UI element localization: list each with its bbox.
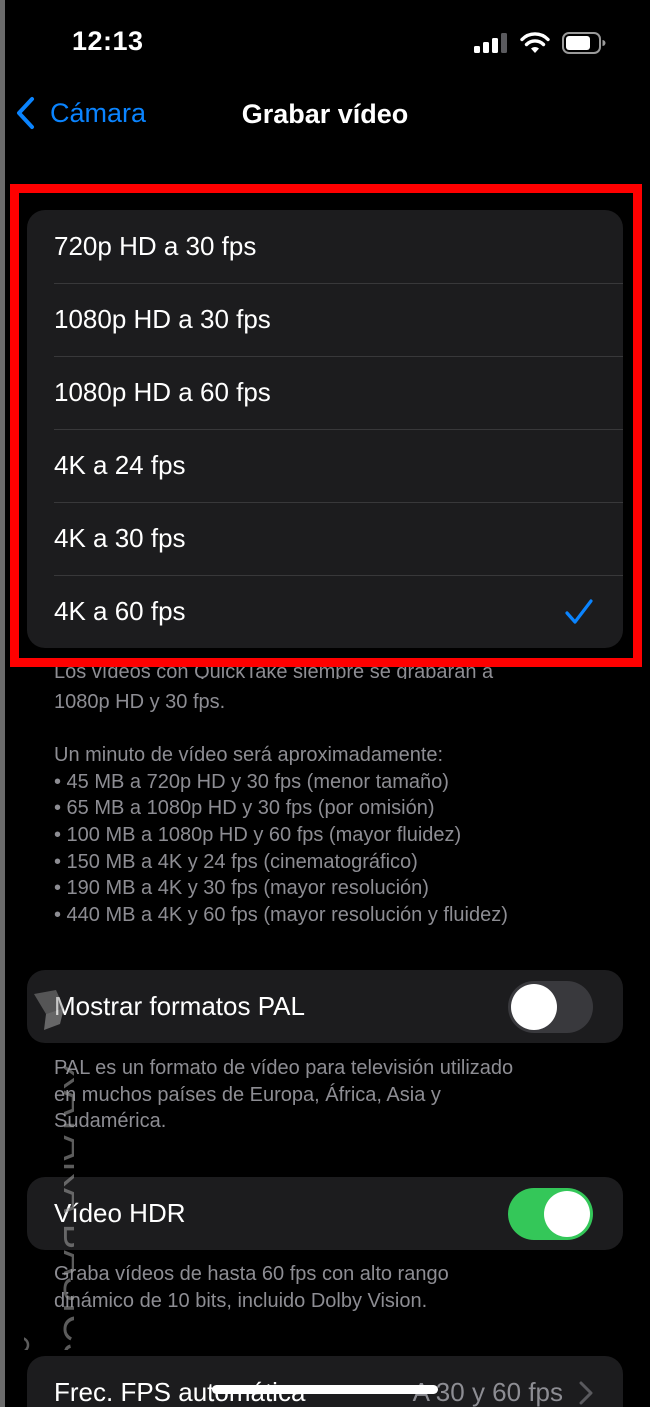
resolution-footer: 1080p HD y 30 fps. Un minuto de vídeo se… [54, 689, 614, 928]
footer-intro: Un minuto de vídeo será aproximadamente: [54, 744, 444, 767]
auto-fps-group: Frec. FPS automática A 30 y 60 fps [27, 1356, 623, 1407]
pal-footer: PAL es un formato de vídeo para televisi… [54, 1055, 614, 1135]
footer-line: 1080p HD y 30 fps. [54, 691, 226, 713]
footer-item: • 100 MB a 1080p HD y 60 fps (mayor flui… [54, 823, 462, 846]
xataka-basics-watermark: XATAKA BASICS [24, 990, 74, 1350]
status-time: 12:13 [72, 26, 144, 56]
pal-label: Mostrar formatos PAL [54, 991, 305, 1021]
cellular-signal-icon [474, 33, 507, 53]
footer-line: dinámico de 10 bits, incluido Dolby Visi… [54, 1289, 428, 1312]
status-icons [474, 32, 606, 54]
home-indicator[interactable] [212, 1385, 438, 1394]
footer-line: Sudamérica. [54, 1110, 167, 1133]
page-title: Grabar vídeo [241, 99, 409, 129]
footer-line: Graba vídeos de hasta 60 fps con alto ra… [54, 1263, 449, 1285]
footer-item: • 65 MB a 1080p HD y 30 fps (por omisión… [54, 797, 435, 820]
toggle-knob [544, 1190, 590, 1237]
highlight-frame [10, 184, 642, 667]
footer-line: en muchos países de Europa, África, Asia… [54, 1083, 441, 1106]
footer-item: • 45 MB a 720p HD y 30 fps (menor tamaño… [54, 770, 449, 793]
footer-item: • 440 MB a 4K y 60 fps (mayor resolución… [54, 903, 508, 926]
battery-icon [562, 32, 606, 54]
footer-line: PAL es un formato de vídeo para televisi… [54, 1057, 514, 1079]
hdr-toggle[interactable] [508, 1187, 593, 1240]
hdr-group: Vídeo HDR [27, 1177, 623, 1250]
wifi-icon [520, 32, 550, 53]
auto-fps-value-wrap: A 30 y 60 fps [413, 1377, 593, 1407]
footer-partial-line: Los vídeos con QuickTake siempre se grab… [54, 667, 494, 679]
pal-row: Mostrar formatos PAL [27, 970, 623, 1043]
watermark-text: XATAKA BASICS [55, 1064, 74, 1350]
chevron-right-icon [579, 1381, 593, 1404]
auto-fps-row[interactable]: Frec. FPS automática A 30 y 60 fps [27, 1356, 623, 1407]
footer-partial: Los vídeos con QuickTake siempre se grab… [54, 667, 614, 679]
hdr-footer: Graba vídeos de hasta 60 fps con alto ra… [54, 1261, 614, 1314]
hdr-row: Vídeo HDR [27, 1177, 623, 1250]
footer-item: • 190 MB a 4K y 30 fps (mayor resolución… [54, 877, 429, 900]
footer-item: • 150 MB a 4K y 24 fps (cinematográfico) [54, 850, 418, 873]
screenshot-edge [0, 0, 5, 1407]
pal-group: Mostrar formatos PAL [27, 970, 623, 1043]
toggle-knob [511, 983, 557, 1030]
pal-toggle[interactable] [508, 980, 593, 1033]
